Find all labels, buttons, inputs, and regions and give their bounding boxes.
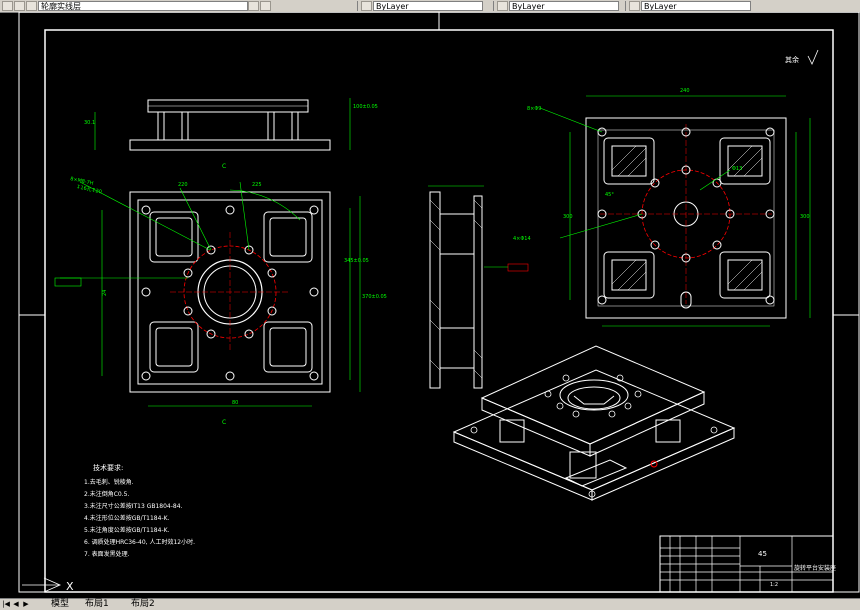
elevation-view-top: 100±0.05 30.1 — [84, 98, 378, 151]
tech-item-2: 2.未注倒角C0.5. — [84, 490, 129, 498]
layer-combo[interactable]: 轮廓实线层 — [38, 1, 248, 11]
section-view-middle — [428, 185, 529, 389]
callout-inner: 345±0.05 — [344, 258, 369, 264]
ucs-icon — [22, 577, 61, 593]
tech-item-6: 6. 调质处理HRC36-40, 人工时效12小时. — [84, 538, 195, 546]
svg-text:24: 24 — [102, 290, 108, 296]
callout-right-angle: 45° — [605, 192, 614, 198]
isometric-view — [452, 345, 736, 501]
plan-view-right — [539, 95, 811, 327]
roughness-symbol — [807, 49, 819, 65]
callout-right-w: 300 — [800, 214, 810, 220]
layout-tab-bar: |◀ ◀ ▶ 模型 布局1 布局2 — [0, 598, 860, 610]
tab-prev-icon[interactable]: ◀ — [12, 600, 20, 608]
plan-view-left: 80 24 — [54, 181, 361, 407]
layer-manager-icon[interactable] — [2, 1, 13, 11]
roughness-note: 其余 — [785, 55, 799, 64]
tech-item-3: 3.未注尺寸公差按IT13 GB1804-84. — [84, 502, 183, 510]
callout-right-h: 300 — [563, 214, 573, 220]
layer-previous-icon[interactable] — [260, 1, 271, 11]
callout-outer: 370±0.05 — [362, 294, 387, 300]
tech-item-5: 5.未注角度公差按GB/T1184-K. — [84, 526, 170, 534]
section-mark-c-top: C — [222, 163, 226, 170]
tab-model[interactable]: 模型 — [48, 599, 72, 610]
lineweight-icon[interactable] — [629, 1, 640, 11]
tech-item-7: 7. 表面发黑处理. — [84, 550, 130, 558]
callout-height: 220 — [178, 182, 188, 188]
layer-state-icon[interactable] — [14, 1, 25, 11]
ucs-x-label: X — [66, 580, 74, 593]
drawing-canvas[interactable]: 其余 100±0.05 30.1 80 24 8×M8-7H ↧16孔↧20 2… — [0, 12, 860, 598]
callout-top-width: 225 — [252, 182, 262, 188]
tech-item-4: 4.未注形位公差按GB/T1184-K. — [84, 514, 170, 522]
callout-right-hole3: Φ13 — [732, 166, 742, 172]
linetype-icon[interactable] — [497, 1, 508, 11]
callout-right-inner: 240 — [680, 88, 690, 94]
callout-right-hole2: 4×Φ14 — [513, 236, 531, 242]
title-material: 45 — [758, 550, 767, 558]
section-mark-c-bottom: C — [222, 419, 226, 426]
tech-item-1: 1.去毛刺、锐棱角. — [84, 478, 134, 486]
tab-first-icon[interactable]: |◀ — [2, 600, 10, 608]
lineweight-combo[interactable]: ByLayer — [641, 1, 751, 11]
title-block — [659, 535, 834, 593]
make-current-icon[interactable] — [248, 1, 259, 11]
layer-lock-icon[interactable] — [26, 1, 37, 11]
color-icon[interactable] — [361, 1, 372, 11]
svg-text:30.1: 30.1 — [84, 120, 95, 126]
color-combo[interactable]: ByLayer — [373, 1, 483, 11]
tab-next-icon[interactable]: ▶ — [22, 600, 30, 608]
callout-right-hole: 8×Φ9 — [527, 106, 542, 112]
svg-text:100±0.05: 100±0.05 — [353, 104, 378, 110]
tab-layout1[interactable]: 布局1 — [82, 599, 112, 610]
technical-notes: 技术要求: 1.去毛刺、锐棱角. 2.未注倒角C0.5. 3.未注尺寸公差按IT… — [84, 463, 195, 558]
title-scale: 1:2 — [770, 582, 778, 588]
tech-title: 技术要求: — [93, 463, 123, 472]
svg-text:80: 80 — [232, 400, 238, 406]
title-part-name: 旋转平台安装座 — [794, 564, 836, 572]
tab-layout2[interactable]: 布局2 — [128, 599, 158, 610]
linetype-combo[interactable]: ByLayer — [509, 1, 619, 11]
